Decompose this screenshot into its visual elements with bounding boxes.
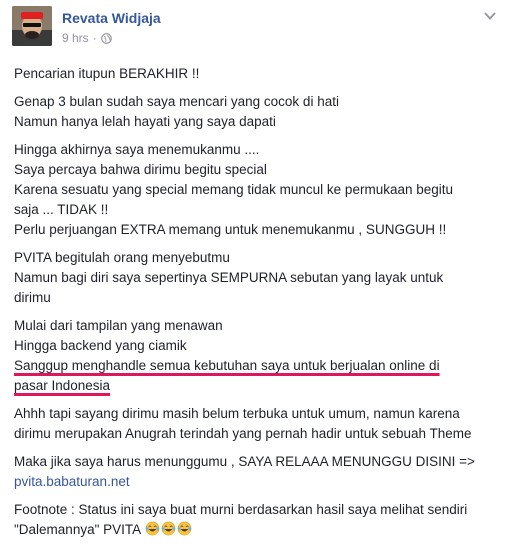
footnote-text: "Dalemannya" PVITA <box>14 522 141 537</box>
text-line: Footnote : Status ini saya buat murni be… <box>14 502 468 517</box>
text-line: Namun bagi diri saya sepertinya SEMPURNA… <box>14 270 444 285</box>
text-line: Perlu perjuangan EXTRA memang untuk mene… <box>14 222 447 237</box>
text-line: Mulai dari tampilan yang menawan <box>14 318 223 333</box>
text-line: Maka jika saya harus menunggumu , SAYA R… <box>14 454 475 469</box>
paragraph-3: Hingga akhirnya saya menemukanmu .... Sa… <box>14 140 500 240</box>
text-line: saja ... TIDAK !! <box>14 202 109 217</box>
paragraph-6: Ahhh tapi sayang dirimu masih belum terb… <box>14 404 500 444</box>
author-name[interactable]: Revata Widjaja <box>62 10 161 26</box>
text-line: PVITA begitulah orang menyebutmu <box>14 250 230 265</box>
link-line: pvita.babaturan.net <box>14 472 500 492</box>
text-line: Genap 3 bulan sudah saya mencari yang co… <box>14 94 339 109</box>
highlighted-text-line: Sanggup menghandle semua kebutuhan saya … <box>14 358 440 373</box>
paragraph-7: Maka jika saya harus menunggumu , SAYA R… <box>14 452 500 492</box>
highlighted-text-line: pasar Indonesia <box>14 378 111 393</box>
avatar[interactable] <box>12 6 52 46</box>
paragraph-4: PVITA begitulah orang menyebutmu Namun b… <box>14 248 500 308</box>
chevron-down-icon[interactable] <box>482 10 498 22</box>
laughing-tears-emoji-icon <box>177 521 192 536</box>
text-line: dirimu <box>14 290 51 305</box>
text-line: Hingga akhirnya saya menemukanmu .... <box>14 142 260 157</box>
text-line-with-emoji: "Dalemannya" PVITA <box>14 520 500 540</box>
text-line: Hingga backend yang ciamik <box>14 338 187 353</box>
paragraph-8: Footnote : Status ini saya buat murni be… <box>14 500 500 540</box>
post-time[interactable]: 9 hrs <box>62 31 89 45</box>
text-line: dirimu merupakan Anugrah terindah yang p… <box>14 426 472 441</box>
meta-separator: · <box>92 31 97 45</box>
post-meta: 9 hrs · <box>62 31 112 45</box>
text-line: Saya percaya bahwa dirimu begitu special <box>14 162 267 177</box>
post-body: Pencarian itupun BERAKHIR !! Genap 3 bul… <box>14 64 500 548</box>
pvita-link[interactable]: pvita.babaturan.net <box>14 474 130 489</box>
laughing-tears-emoji-icon <box>145 521 160 536</box>
text-line: Ahhh tapi sayang dirimu masih belum terb… <box>14 406 460 421</box>
text-line: Karena sesuatu yang special memang tidak… <box>14 182 454 197</box>
text-line: Namun hanya lelah hayati yang saya dapat… <box>14 114 276 129</box>
paragraph-2: Genap 3 bulan sudah saya mencari yang co… <box>14 92 500 132</box>
paragraph-1: Pencarian itupun BERAKHIR !! <box>14 64 500 84</box>
text-line: Pencarian itupun BERAKHIR !! <box>14 66 200 81</box>
facebook-post: Revata Widjaja 9 hrs · Pencarian itupun … <box>0 0 510 537</box>
laughing-tears-emoji-icon <box>161 521 176 536</box>
globe-icon[interactable] <box>100 32 112 44</box>
post-header: Revata Widjaja 9 hrs · <box>12 6 498 50</box>
avatar-image-icon <box>12 6 52 46</box>
paragraph-5: Mulai dari tampilan yang menawan Hingga … <box>14 316 500 396</box>
